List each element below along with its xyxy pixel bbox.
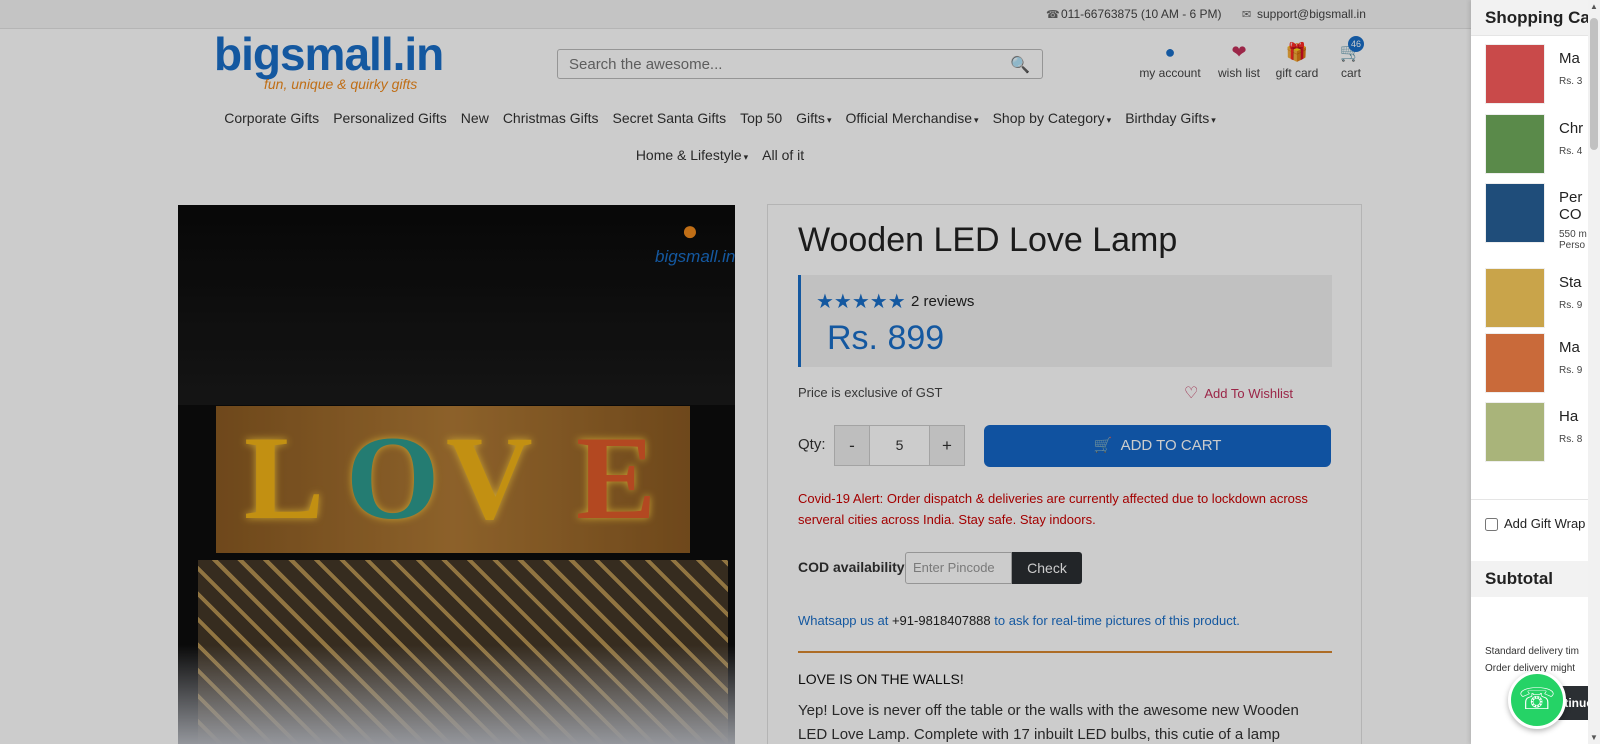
cart-item[interactable]: Ma Rs. 9 — [1485, 333, 1600, 393]
cart-item-name[interactable]: Ha — [1559, 408, 1578, 425]
cart-item-price-line: Rs. 8 — [1559, 434, 1583, 445]
cart-item-name-line: Chr — [1559, 120, 1584, 137]
cart-item-name[interactable]: Ma — [1559, 339, 1580, 356]
whatsapp-icon: ☏ — [1518, 683, 1556, 716]
delivery-note-line-1: Standard delivery tim — [1485, 646, 1579, 657]
subtotal-heading: Subtotal — [1471, 561, 1600, 597]
cart-item[interactable]: Sta Rs. 9 — [1485, 268, 1600, 328]
cart-item-name-line: Ma — [1559, 339, 1580, 356]
shopping-cart-drawer: Shopping Cart Ma Rs. 3 Chr Rs. 4 Per CO 550 mP… — [1471, 0, 1600, 744]
cart-item-price: Rs. 8 — [1559, 434, 1582, 445]
scroll-down-arrow-icon[interactable]: ▼ — [1588, 733, 1600, 742]
cart-item-name-line: Sta — [1559, 274, 1582, 291]
cart-item-price: Rs. 4 — [1559, 146, 1582, 157]
cart-scrollbar[interactable]: ▲ ▼ — [1588, 0, 1600, 744]
whatsapp-chat-button[interactable]: ☏ — [1508, 671, 1566, 729]
gift-wrap-label: Add Gift Wrap — [1504, 516, 1586, 531]
cart-item-thumbnail[interactable] — [1485, 268, 1545, 328]
cart-divider — [1471, 499, 1600, 500]
cart-item-price: 550 m Perso — [1559, 229, 1587, 251]
cart-item-price: Rs. 9 — [1559, 365, 1582, 376]
cart-item[interactable]: Ma Rs. 3 — [1485, 44, 1600, 104]
shopping-cart-title: Shopping Cart — [1471, 0, 1600, 36]
cart-item-price-line: Rs. 3 — [1559, 76, 1583, 87]
cart-item-price-line: Rs. 9 — [1559, 365, 1583, 376]
cart-item-price: Rs. 9 — [1559, 300, 1582, 311]
cart-item-price-line: 550 m — [1559, 229, 1587, 240]
cart-item-name[interactable]: Sta — [1559, 274, 1582, 291]
cart-item-name-line: CO — [1559, 206, 1582, 223]
cart-item-name[interactable]: Per CO — [1559, 189, 1582, 223]
cart-item-price-line: Rs. 4 — [1559, 146, 1583, 157]
page-dim-overlay[interactable] — [0, 0, 1471, 744]
cart-item-thumbnail[interactable] — [1485, 114, 1545, 174]
cart-item-price-line: Perso — [1559, 240, 1586, 251]
cart-item-name-line: Ma — [1559, 50, 1580, 67]
cart-item-name[interactable]: Chr — [1559, 120, 1583, 137]
cart-item[interactable]: Ha Rs. 8 — [1485, 402, 1600, 462]
cart-item-price-line: Rs. 9 — [1559, 300, 1583, 311]
scroll-up-arrow-icon[interactable]: ▲ — [1588, 2, 1600, 11]
cart-item-name-line: Ha — [1559, 408, 1579, 425]
cart-item-thumbnail[interactable] — [1485, 402, 1545, 462]
gift-wrap-option[interactable]: Add Gift Wrap — [1485, 516, 1586, 532]
cart-item-thumbnail[interactable] — [1485, 44, 1545, 104]
cart-item-thumbnail[interactable] — [1485, 183, 1545, 243]
cart-item[interactable]: Per CO 550 m Perso — [1485, 183, 1600, 251]
cart-item-name-line: Per — [1559, 189, 1583, 206]
cart-item-thumbnail[interactable] — [1485, 333, 1545, 393]
cart-item-name[interactable]: Ma — [1559, 50, 1580, 67]
cart-item-price: Rs. 3 — [1559, 76, 1582, 87]
cart-item[interactable]: Chr Rs. 4 — [1485, 114, 1600, 174]
gift-wrap-checkbox[interactable] — [1485, 518, 1498, 532]
scrollbar-thumb[interactable] — [1590, 18, 1598, 150]
